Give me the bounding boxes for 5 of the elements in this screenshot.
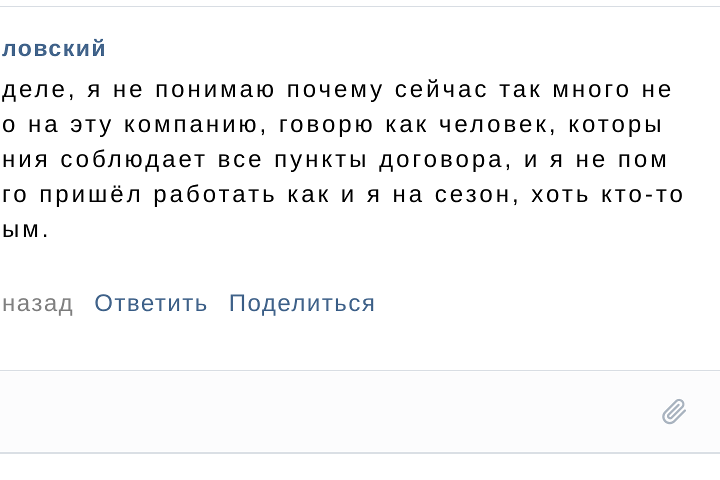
comment-text: деле, я не понимаю почему сейчас так много не о на эту компанию, говорю как человек, которы ния соблюдает все пункты договора, и я не пом го пришёл работать как и я на сезон, хоть кто-то ым. [2,75,687,245]
action-link[interactable]: Поделиться [228,289,376,319]
author-name[interactable]: ловский [2,31,720,65]
action-link[interactable]: Ответить [94,289,209,319]
comment-time: назад [2,289,74,319]
